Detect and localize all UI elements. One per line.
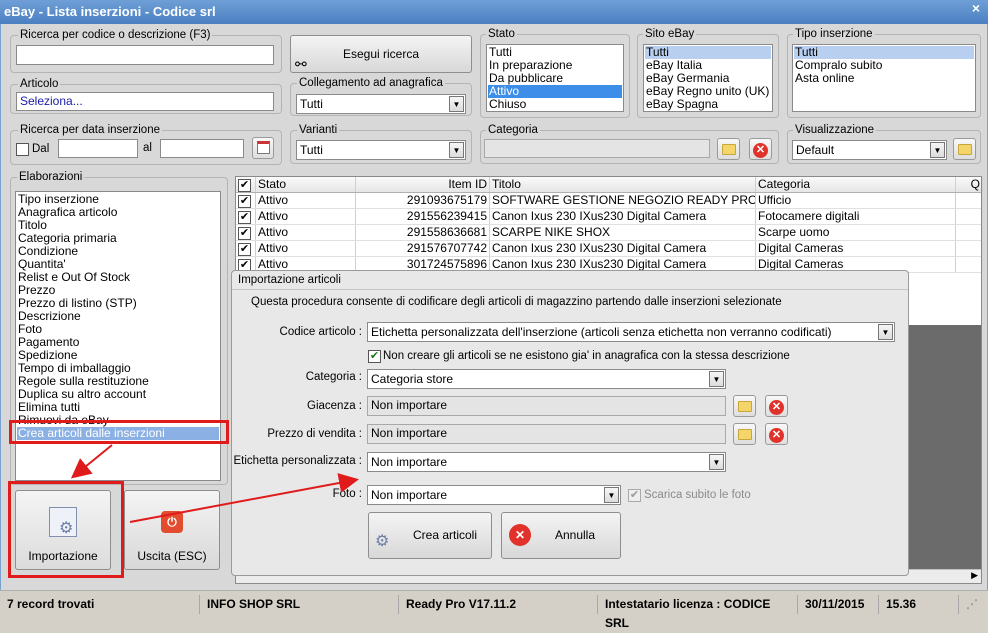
status-version: Ready Pro V17.11.2 bbox=[399, 595, 598, 614]
arrow-to-dialog bbox=[129, 473, 359, 523]
status-licenza: Intestatario licenza : CODICE SRL bbox=[598, 595, 798, 630]
status-records: 7 record trovati bbox=[0, 595, 200, 614]
status-date: 30/11/2015 bbox=[798, 595, 879, 614]
resize-grip-icon[interactable]: ⋰ bbox=[959, 595, 984, 614]
arrow-to-importazione bbox=[70, 444, 113, 479]
status-bar: 7 record trovati INFO SHOP SRL Ready Pro… bbox=[0, 590, 988, 630]
status-time: 15.36 bbox=[879, 595, 959, 614]
status-company: INFO SHOP SRL bbox=[200, 595, 399, 614]
annotation-arrows bbox=[70, 444, 359, 523]
